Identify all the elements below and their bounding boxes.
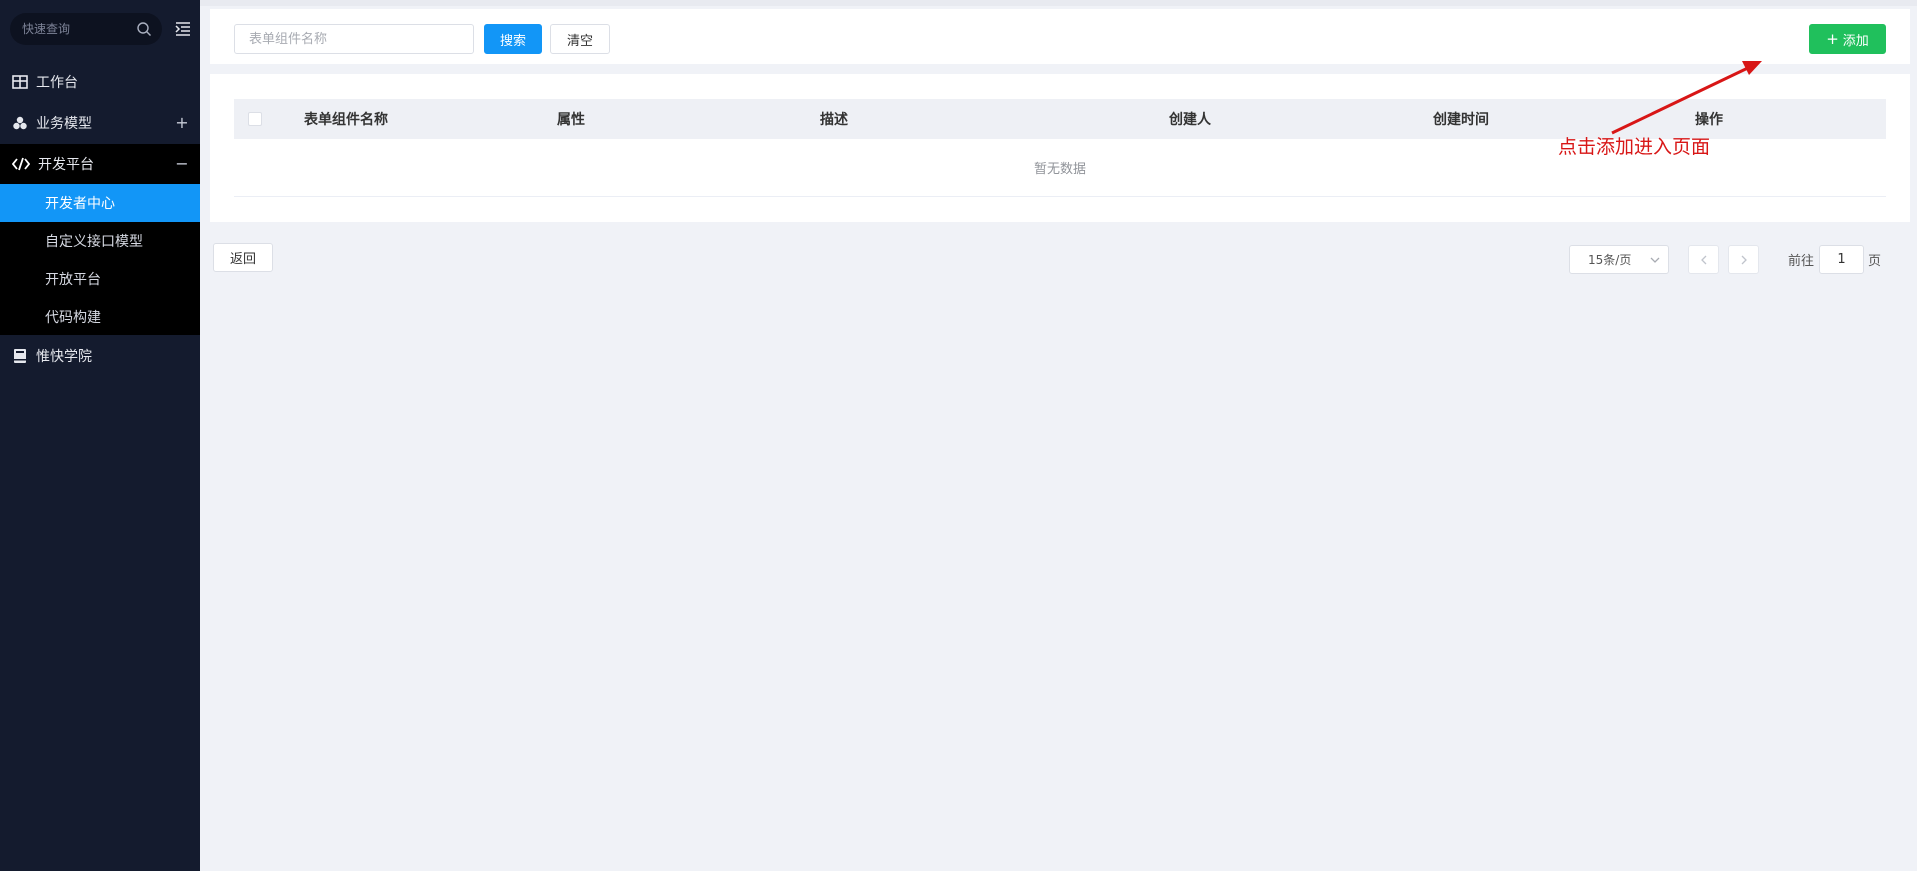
chevron-left-icon: [1700, 255, 1706, 264]
annotation-text: 点击添加进入页面: [1558, 136, 1711, 158]
select-all-checkbox[interactable]: [248, 112, 262, 126]
dev-platform-submenu: 开发者中心 自定义接口模型 开放平台 代码构建: [0, 184, 200, 335]
menu-item-business-model[interactable]: 业务模型 +: [0, 103, 200, 143]
menu-item-label: 惟快学院: [36, 349, 92, 365]
add-button-label: 添加: [1842, 33, 1869, 49]
submenu-item-label: 开放平台: [45, 272, 101, 288]
submenu-item-label: 代码构建: [45, 310, 101, 326]
column-header-description: 描述: [820, 112, 848, 128]
expand-plus-icon[interactable]: +: [174, 115, 190, 131]
menu-item-workbench[interactable]: 工作台: [0, 62, 200, 102]
next-page-button[interactable]: [1728, 245, 1759, 274]
empty-text: 暂无数据: [1033, 162, 1086, 177]
page-size-value: 15条/页: [1588, 253, 1632, 267]
quick-search: [10, 13, 162, 45]
add-button[interactable]: + 添加: [1809, 24, 1886, 54]
collapse-minus-icon[interactable]: −: [174, 156, 190, 172]
plus-icon: +: [1826, 29, 1839, 48]
clear-button[interactable]: 清空: [550, 24, 610, 54]
column-header-attribute: 属性: [557, 112, 585, 128]
search-icon[interactable]: [136, 21, 152, 37]
column-header-name: 表单组件名称: [304, 112, 388, 128]
chevron-down-icon: [1650, 257, 1660, 263]
menu-item-label: 开发平台: [38, 157, 94, 173]
form-component-name-input[interactable]: [234, 24, 474, 54]
submenu-item-custom-api-model[interactable]: 自定义接口模型: [0, 222, 200, 260]
back-button[interactable]: 返回: [213, 243, 273, 272]
column-header-creator: 创建人: [1169, 112, 1211, 128]
goto-label: 前往: [1788, 254, 1815, 269]
submenu-item-label: 自定义接口模型: [45, 234, 143, 250]
menu-item-academy[interactable]: 惟快学院: [0, 336, 200, 376]
submenu-item-code-build[interactable]: 代码构建: [0, 298, 200, 336]
submenu-item-label: 开发者中心: [45, 196, 115, 212]
chevron-right-icon: [1741, 255, 1747, 264]
goto-suffix: 页: [1868, 254, 1882, 269]
page-size-select[interactable]: 15条/页: [1569, 245, 1669, 274]
prev-page-button[interactable]: [1688, 245, 1719, 274]
top-strip: [200, 0, 1917, 6]
cubes-icon: [13, 116, 27, 130]
quick-search-input[interactable]: [10, 13, 130, 45]
book-icon: [14, 349, 26, 363]
column-header-created-time: 创建时间: [1433, 112, 1489, 128]
menu-collapse-icon[interactable]: [174, 20, 192, 38]
submenu-item-developer-center[interactable]: 开发者中心: [0, 184, 200, 222]
code-icon: [12, 157, 30, 171]
toolbar: 搜索 清空 + 添加: [210, 9, 1910, 64]
sidebar: 工作台 业务模型 + 开发平台 − 开发者中心 自定义接口模型 开放平台 代码构…: [0, 0, 200, 871]
submenu-item-open-platform[interactable]: 开放平台: [0, 260, 200, 298]
menu-item-label: 工作台: [36, 75, 78, 91]
search-button[interactable]: 搜索: [484, 24, 542, 54]
goto-page-input[interactable]: [1819, 245, 1864, 274]
menu-item-label: 业务模型: [36, 116, 92, 132]
menu-item-dev-platform[interactable]: 开发平台 −: [0, 144, 200, 184]
table-grid-icon: [12, 75, 28, 89]
